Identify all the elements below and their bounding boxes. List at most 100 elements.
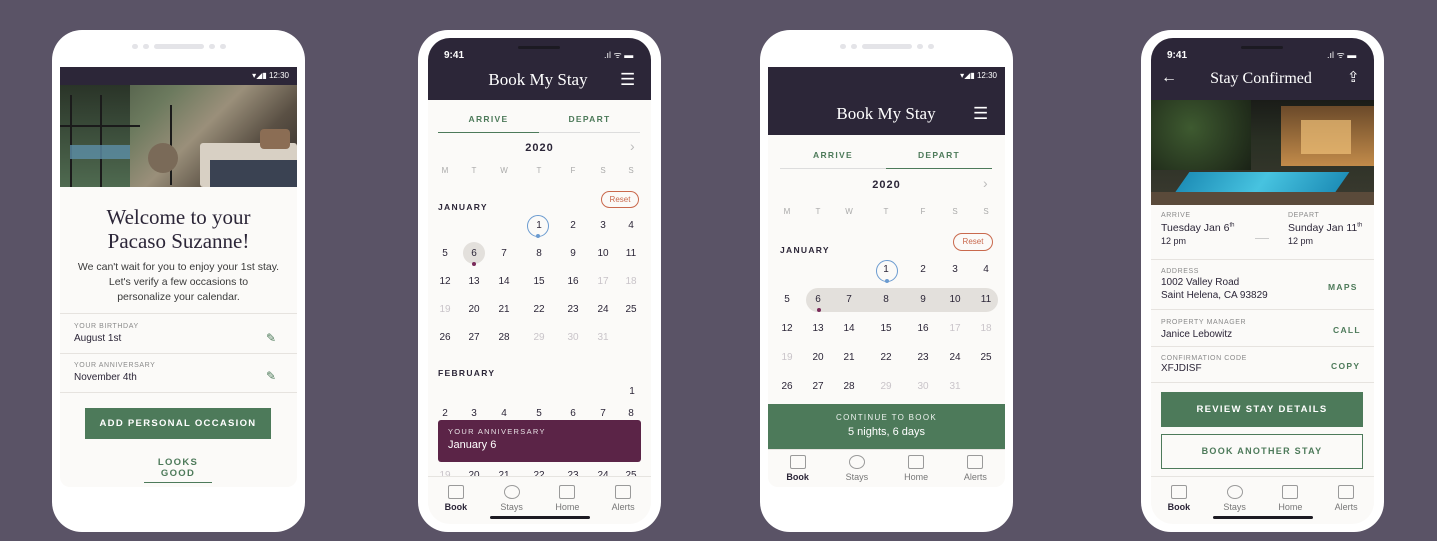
- calendar-day[interactable]: 29: [873, 381, 899, 392]
- calendar-day[interactable]: 15: [873, 323, 899, 334]
- calendar-day[interactable]: 9: [910, 294, 936, 305]
- calendar-day[interactable]: 21: [836, 352, 862, 363]
- calendar-day[interactable]: 5: [432, 248, 458, 259]
- calendar-day[interactable]: 11: [618, 248, 644, 259]
- anniversary-toast[interactable]: YOUR ANNIVERSARY January 6: [438, 420, 641, 462]
- anniversary-row[interactable]: YOUR ANNIVERSARY November 4th: [74, 362, 284, 383]
- calendar-day[interactable]: 12: [774, 323, 800, 334]
- calendar-day[interactable]: 2: [432, 408, 458, 419]
- calendar-day[interactable]: 5: [774, 294, 800, 305]
- calendar-day[interactable]: 11: [973, 294, 999, 305]
- calendar-day[interactable]: 1: [873, 264, 899, 275]
- calendar-day[interactable]: 22: [526, 304, 552, 315]
- tab-home[interactable]: Home: [1263, 477, 1319, 520]
- maps-link[interactable]: MAPS: [1328, 282, 1358, 292]
- calendar-day[interactable]: 15: [526, 276, 552, 287]
- book-another-stay-button[interactable]: BOOK ANOTHER STAY: [1161, 434, 1363, 469]
- calendar-day[interactable]: 20: [461, 304, 487, 315]
- calendar-day[interactable]: 28: [491, 332, 517, 343]
- calendar-day[interactable]: 4: [618, 220, 644, 231]
- calendar-day[interactable]: 3: [461, 408, 487, 419]
- calendar-day[interactable]: 23: [910, 352, 936, 363]
- calendar-day[interactable]: 13: [805, 323, 831, 334]
- calendar-day[interactable]: 30: [910, 381, 936, 392]
- calendar-day[interactable]: 31: [942, 381, 968, 392]
- chevron-right-icon[interactable]: ›: [630, 138, 635, 154]
- calendar-day[interactable]: 2: [560, 220, 586, 231]
- calendar-day[interactable]: 4: [973, 264, 999, 275]
- calendar-day[interactable]: 7: [590, 408, 616, 419]
- add-personal-occasion-button[interactable]: ADD PERSONAL OCCASION: [85, 408, 271, 439]
- tab-book[interactable]: Book: [768, 450, 827, 487]
- reset-button[interactable]: Reset: [601, 191, 639, 208]
- menu-icon[interactable]: ☰: [973, 104, 988, 124]
- reset-button[interactable]: Reset: [953, 233, 993, 251]
- calendar-day[interactable]: 7: [836, 294, 862, 305]
- calendar-day[interactable]: 24: [590, 304, 616, 315]
- calendar-day[interactable]: 3: [590, 220, 616, 231]
- calendar-day[interactable]: 4: [491, 408, 517, 419]
- calendar-day[interactable]: 8: [526, 248, 552, 259]
- tab-stays[interactable]: Stays: [1207, 477, 1263, 520]
- share-icon[interactable]: ⇪: [1347, 68, 1360, 86]
- calendar-day[interactable]: 17: [942, 323, 968, 334]
- chevron-right-icon[interactable]: ›: [983, 175, 988, 191]
- calendar-day[interactable]: 25: [618, 304, 644, 315]
- tab-book[interactable]: Book: [428, 477, 484, 520]
- calendar-day[interactable]: 24: [942, 352, 968, 363]
- calendar-day[interactable]: 6: [560, 408, 586, 419]
- calendar-day[interactable]: 19: [432, 304, 458, 315]
- edit-pencil-icon[interactable]: ✎: [266, 369, 276, 383]
- tab-arrive[interactable]: ARRIVE: [438, 114, 539, 133]
- calendar-day[interactable]: 30: [560, 332, 586, 343]
- copy-link[interactable]: COPY: [1331, 361, 1360, 371]
- calendar-day[interactable]: 8: [618, 408, 644, 419]
- calendar-day[interactable]: 12: [432, 276, 458, 287]
- calendar-day[interactable]: 6: [461, 248, 487, 259]
- calendar-day[interactable]: 1: [619, 386, 645, 397]
- calendar-day[interactable]: 20: [805, 352, 831, 363]
- calendar-day[interactable]: 16: [910, 323, 936, 334]
- calendar-day[interactable]: 10: [590, 248, 616, 259]
- back-arrow-icon[interactable]: ←: [1161, 69, 1177, 87]
- calendar-day[interactable]: 18: [973, 323, 999, 334]
- calendar-day[interactable]: 23: [560, 304, 586, 315]
- tab-alerts[interactable]: Alerts: [1318, 477, 1374, 520]
- menu-icon[interactable]: ☰: [620, 70, 635, 90]
- review-stay-details-button[interactable]: REVIEW STAY DETAILS: [1161, 392, 1363, 427]
- calendar-day[interactable]: 5: [526, 408, 552, 419]
- calendar-day[interactable]: 9: [560, 248, 586, 259]
- tab-home[interactable]: Home: [887, 450, 946, 487]
- tab-depart[interactable]: DEPART: [886, 150, 992, 169]
- calendar-day[interactable]: 3: [942, 264, 968, 275]
- edit-pencil-icon[interactable]: ✎: [266, 331, 276, 345]
- tab-stays[interactable]: Stays: [484, 477, 540, 520]
- calendar-day[interactable]: 28: [836, 381, 862, 392]
- calendar-day[interactable]: 19: [774, 352, 800, 363]
- calendar-day[interactable]: 31: [590, 332, 616, 343]
- calendar-day[interactable]: 10: [942, 294, 968, 305]
- tab-stays[interactable]: Stays: [827, 450, 886, 487]
- calendar-day[interactable]: 26: [432, 332, 458, 343]
- calendar-day[interactable]: 2: [910, 264, 936, 275]
- calendar-day[interactable]: 25: [973, 352, 999, 363]
- call-link[interactable]: CALL: [1333, 325, 1361, 335]
- calendar-day[interactable]: 29: [526, 332, 552, 343]
- calendar-day[interactable]: 16: [560, 276, 586, 287]
- tab-home[interactable]: Home: [540, 477, 596, 520]
- calendar-day[interactable]: 14: [836, 323, 862, 334]
- looks-good-link[interactable]: LOOKS GOOD: [144, 457, 212, 483]
- calendar-day[interactable]: 13: [461, 276, 487, 287]
- calendar-day[interactable]: 17: [590, 276, 616, 287]
- tab-alerts[interactable]: Alerts: [595, 477, 651, 520]
- tab-alerts[interactable]: Alerts: [946, 450, 1005, 487]
- calendar-day[interactable]: 27: [461, 332, 487, 343]
- tab-depart[interactable]: DEPART: [539, 114, 640, 133]
- birthday-row[interactable]: YOUR BIRTHDAY August 1st: [74, 323, 284, 344]
- calendar-day[interactable]: 14: [491, 276, 517, 287]
- calendar-day[interactable]: 26: [774, 381, 800, 392]
- calendar-day[interactable]: 7: [491, 248, 517, 259]
- tab-book[interactable]: Book: [1151, 477, 1207, 520]
- calendar-day[interactable]: 27: [805, 381, 831, 392]
- calendar-day[interactable]: 8: [873, 294, 899, 305]
